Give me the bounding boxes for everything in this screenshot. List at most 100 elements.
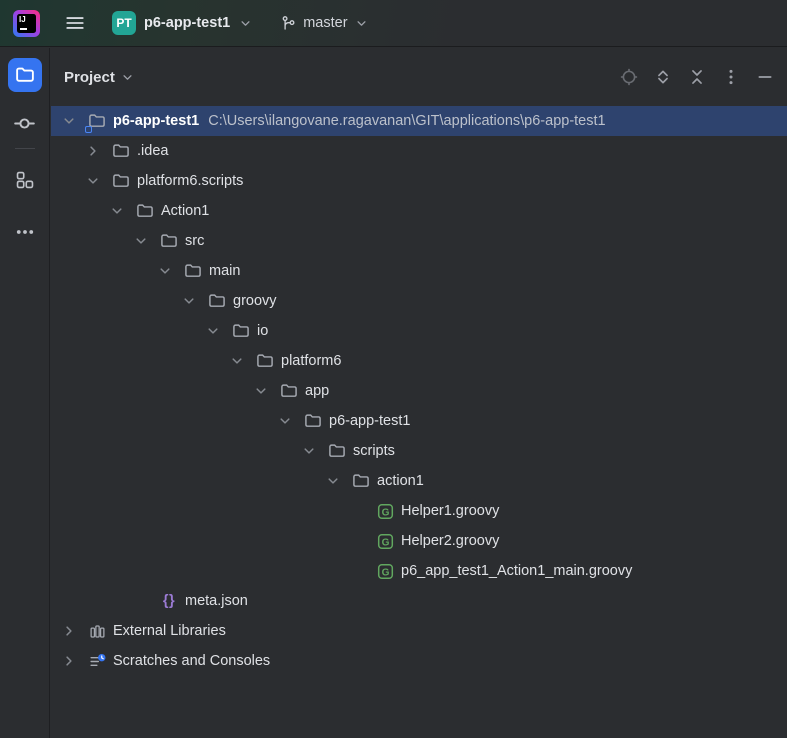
tree-row[interactable]: Scratches and Consoles — [51, 646, 787, 676]
tree-item-label: app — [305, 383, 330, 399]
tree-row[interactable]: External Libraries — [51, 616, 787, 646]
scratches-and-consoles-icon — [87, 651, 107, 671]
chevron-down-icon[interactable] — [157, 263, 183, 279]
toolbar-kebab-menu-icon[interactable] — [721, 67, 741, 87]
chevron-down-icon — [241, 20, 250, 26]
chevron-down-icon[interactable] — [301, 443, 327, 459]
tree-row[interactable]: main — [51, 256, 787, 286]
tree-row[interactable]: platform6.scripts — [51, 166, 787, 196]
tree-row[interactable]: src — [51, 226, 787, 256]
chevron-right-icon[interactable] — [85, 143, 111, 159]
tool-window-toolbar — [619, 67, 775, 87]
tree-item-label: Helper2.groovy — [401, 533, 500, 549]
sidebar-item-more-tool-windows[interactable] — [8, 215, 42, 249]
tree-item-label: io — [257, 323, 269, 339]
commit-icon — [14, 113, 35, 134]
tree-item-label: platform6.scripts — [137, 173, 244, 189]
tree-row[interactable]: scripts — [51, 436, 787, 466]
tree-row[interactable]: Gp6_app_test1_Action1_main.groovy — [51, 556, 787, 586]
project-tree: p6-app-test1 C:\Users\ilangovane.ragavana… — [51, 106, 787, 738]
tree-item-label: p6_app_test1_Action1_main.groovy — [401, 563, 633, 579]
tree-row[interactable]: G Helper1.groovy — [51, 496, 787, 526]
chevron-down-icon[interactable] — [205, 323, 231, 339]
project-selector[interactable]: PT p6-app-test1 — [112, 11, 253, 35]
toolbar-locate-file-icon — [619, 67, 639, 87]
chevron-down-icon[interactable] — [61, 113, 87, 129]
groovy-file-icon: G — [375, 501, 395, 521]
tree-item-label: Helper1.groovy — [401, 503, 500, 519]
project-view-selector[interactable]: Project — [64, 69, 135, 86]
panel-title: Project — [64, 68, 115, 86]
stripe-divider — [14, 148, 35, 149]
tree-item-label: action1 — [377, 473, 424, 489]
locate-file-icon — [620, 68, 638, 86]
tree-item-label: Scratches and Consoles — [113, 653, 271, 669]
toolbar-collapse-all-icon[interactable] — [687, 67, 707, 87]
tree-row[interactable]: action1 — [51, 466, 787, 496]
chevron-down-icon[interactable] — [133, 233, 159, 249]
tree-row[interactable]: .idea — [51, 136, 787, 166]
chevron-down-icon[interactable] — [325, 473, 351, 489]
folder-icon — [231, 321, 251, 341]
tree-row[interactable]: p6-app-test1 C:\Users\ilangovane.ragavana… — [51, 106, 787, 136]
folder-icon — [135, 201, 155, 221]
tree-item-label: scripts — [353, 443, 395, 459]
tree-row[interactable]: p6-app-test1 — [51, 406, 787, 436]
tree-item-label: p6-app-test1 — [329, 413, 411, 429]
tree-item-label: src — [185, 233, 205, 249]
chevron-right-icon[interactable] — [61, 623, 87, 639]
folder-icon — [183, 261, 203, 281]
folder-icon — [351, 471, 371, 491]
toolbar-hide-icon[interactable] — [755, 67, 775, 87]
toolbar-expand-all-icon[interactable] — [653, 67, 673, 87]
tree-row[interactable]: app — [51, 376, 787, 406]
sidebar-item-structure[interactable] — [8, 163, 42, 197]
chevron-down-icon[interactable] — [109, 203, 135, 219]
svg-text:G: G — [381, 537, 389, 548]
folder-icon — [159, 231, 179, 251]
chevron-down-icon[interactable] — [277, 413, 303, 429]
tree-item-label: groovy — [233, 293, 277, 309]
folder-icon — [303, 411, 323, 431]
chevron-down-icon[interactable] — [229, 353, 255, 369]
sidebar-item-project[interactable] — [7, 58, 42, 92]
folder-icon — [327, 441, 347, 461]
project-tool-window-header: Project — [51, 48, 787, 106]
folder-icon — [207, 291, 227, 311]
main-window-header: IJ PT p6-app-test1 master — [0, 0, 787, 47]
json-file-icon: {} — [162, 593, 176, 609]
tree-row[interactable]: G Helper2.groovy — [51, 526, 787, 556]
tree-item-label: p6-app-test1 — [113, 113, 200, 129]
project-name: p6-app-test1 — [144, 15, 231, 31]
tree-row[interactable]: {} meta.json — [51, 586, 787, 616]
chevron-down-icon[interactable] — [85, 173, 111, 189]
branch-name: master — [303, 15, 348, 31]
tree-row[interactable]: Action1 — [51, 196, 787, 226]
groovy-file-icon: G — [375, 561, 395, 581]
tree-item-label: External Libraries — [113, 623, 226, 639]
folder-icon — [15, 65, 35, 85]
vcs-branch-selector[interactable]: master — [280, 15, 368, 32]
folder-icon — [111, 171, 131, 191]
groovy-file-icon: G — [375, 531, 395, 551]
three-squares-icon — [15, 170, 35, 190]
project-badge: PT — [112, 11, 136, 35]
tree-row[interactable]: io — [51, 316, 787, 346]
folder-icon — [255, 351, 275, 371]
external-libraries-icon — [87, 621, 107, 641]
sidebar-item-commit[interactable] — [8, 106, 42, 140]
svg-text:G: G — [381, 507, 389, 518]
svg-text:G: G — [381, 567, 389, 578]
tree-row[interactable]: groovy — [51, 286, 787, 316]
chevron-down-icon[interactable] — [181, 293, 207, 309]
hamburger-menu-icon[interactable] — [61, 9, 89, 37]
chevron-down-icon — [356, 20, 366, 26]
folder-icon — [279, 381, 299, 401]
collapse-all-icon — [688, 68, 706, 86]
tree-row[interactable]: platform6 — [51, 346, 787, 376]
chevron-down-icon[interactable] — [253, 383, 279, 399]
chevron-right-icon[interactable] — [61, 653, 87, 669]
